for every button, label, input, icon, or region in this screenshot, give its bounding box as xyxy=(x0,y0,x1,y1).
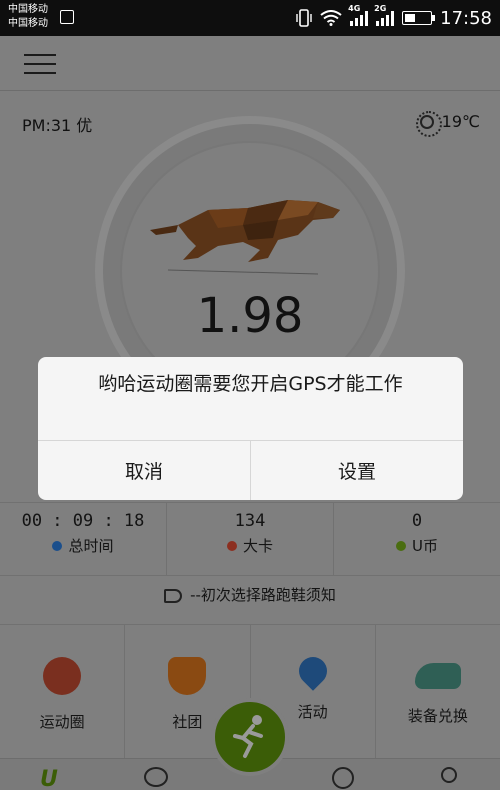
settings-button[interactable]: 设置 xyxy=(250,441,463,500)
dot-icon xyxy=(226,540,237,551)
stat-label-row: 总时间 xyxy=(0,535,166,556)
divider xyxy=(0,90,500,91)
net-type-1: 4G xyxy=(348,4,361,13)
net-type-2: 2G xyxy=(374,4,387,13)
signal-2g-icon: 2G xyxy=(374,4,395,26)
menu-icon[interactable] xyxy=(24,54,56,74)
dot-icon xyxy=(396,540,406,551)
start-run-button[interactable] xyxy=(211,698,289,776)
stat-coins: 0 U币 xyxy=(334,503,500,575)
signal-4g-icon: 4G xyxy=(348,4,369,26)
stats-row: 00 : 09 : 18 总时间 134 大卡 0 U币 xyxy=(0,502,500,576)
sun-icon xyxy=(415,110,442,137)
stat-total-time: 00 : 09 : 18 总时间 xyxy=(0,503,167,575)
tab-discover[interactable] xyxy=(332,767,356,790)
tab-home[interactable]: U xyxy=(40,767,64,790)
status-bar: 中国移动 中国移动 4G 2G 17:58 xyxy=(0,0,500,36)
carrier-info: 中国移动 中国移动 xyxy=(8,3,48,31)
tab-profile[interactable] xyxy=(437,767,461,790)
circles-icon xyxy=(43,657,82,695)
air-quality: PM:31 优 xyxy=(22,116,93,135)
feature-gear-exchange[interactable]: 装备兑换 xyxy=(376,625,500,758)
vibrate-icon xyxy=(296,9,312,27)
stat-label-row: U币 xyxy=(334,535,500,556)
carrier-2: 中国移动 xyxy=(8,18,48,29)
carrier-1: 中国移动 xyxy=(8,4,48,15)
dialog-buttons: 取消 设置 xyxy=(38,440,463,500)
feature-circle[interactable]: 运动圈 xyxy=(0,625,126,758)
status-icons: 4G 2G 17:58 xyxy=(296,4,492,30)
chat-bubble-icon xyxy=(144,767,168,787)
temperature: 19℃ xyxy=(441,112,480,131)
tab-messages[interactable] xyxy=(144,767,168,790)
badge-icon xyxy=(168,657,207,695)
megaphone-icon xyxy=(164,588,183,603)
battery-icon xyxy=(402,11,436,25)
notice-text: --初次选择路跑鞋须知 xyxy=(190,586,336,604)
gps-dialog: 哟哈运动圈需要您开启GPS才能工作 取消 设置 xyxy=(38,357,463,500)
stat-label-row: 大卡 xyxy=(167,535,333,556)
stat-label: 总时间 xyxy=(68,537,114,555)
feature-label: 装备兑换 xyxy=(407,707,468,725)
dialog-message: 哟哈运动圈需要您开启GPS才能工作 xyxy=(98,373,403,395)
compass-icon xyxy=(332,767,354,789)
feature-label: 运动圈 xyxy=(39,713,85,731)
stat-value: 0 xyxy=(411,511,423,531)
stat-value: 00 : 09 : 18 xyxy=(21,511,145,531)
cancel-button[interactable]: 取消 xyxy=(38,441,250,500)
weather: 19℃ xyxy=(415,110,480,137)
distance-value: 1.98 xyxy=(196,288,304,344)
location-pin-icon xyxy=(292,651,333,691)
image-icon xyxy=(60,10,74,24)
person-icon xyxy=(441,767,457,783)
stat-calories: 134 大卡 xyxy=(167,503,334,575)
clock: 17:58 xyxy=(440,7,492,29)
stat-label: 大卡 xyxy=(242,537,273,555)
wifi-icon xyxy=(320,10,342,26)
shoe-notice-link[interactable]: --初次选择路跑鞋须知 xyxy=(0,584,500,605)
cheetah-logo xyxy=(150,200,340,275)
u-logo-icon: U xyxy=(40,767,58,790)
stat-value: 134 xyxy=(234,511,266,531)
stat-label: U币 xyxy=(412,537,438,555)
dot-icon xyxy=(52,540,63,551)
shoe-icon xyxy=(414,663,461,689)
runner-icon xyxy=(233,715,263,758)
